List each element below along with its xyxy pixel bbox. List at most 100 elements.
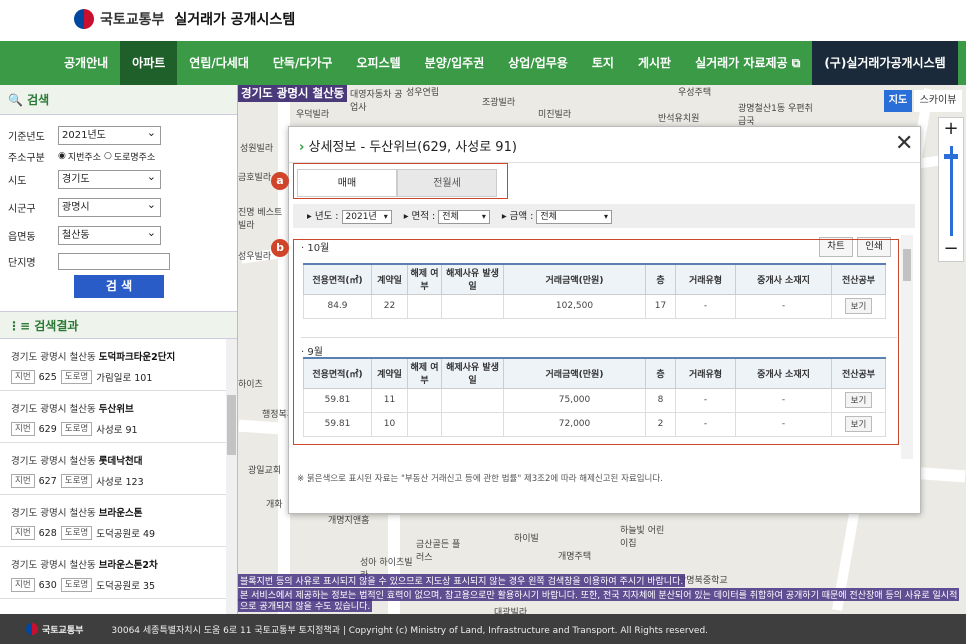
dong-label: 읍면동 (8, 231, 36, 243)
nav-apartment[interactable]: 아파트 (120, 41, 178, 85)
map-view-toggle[interactable]: 지도 (884, 90, 912, 112)
nav-commercial[interactable]: 상업/업무용 (496, 41, 580, 85)
zoom-in-icon[interactable]: + (939, 118, 963, 142)
taegeuk-logo-icon (26, 623, 38, 635)
map-label: 개화 (266, 500, 283, 510)
result-item[interactable]: 경기도 광명시 철산동 도덕파크타운2단지 지번 625 도로명 가림일로 101 (0, 339, 226, 391)
dialog-scroll-thumb[interactable] (903, 249, 911, 281)
addr-type-label: 주소구분 (8, 152, 45, 164)
area-filter-select[interactable]: 전체 (438, 210, 490, 224)
nav-row-house[interactable]: 연립/다세대 (177, 41, 261, 85)
annotation-badge-a: a (271, 172, 289, 190)
result-name: 두산위브 (98, 404, 134, 415)
map-label: 조광빌라 (482, 98, 516, 108)
map-label: 대영자동차 공업사 (350, 90, 403, 113)
sido-select[interactable]: 경기도 (58, 168, 161, 189)
map-label: 광명북중학교 (678, 576, 728, 586)
sigungu-label: 시군구 (8, 203, 36, 215)
logo-org-name: 국토교통부 (100, 12, 165, 28)
addr-type-row: 주소구분 ◉ 지번주소 ○ 도로명주소 (0, 147, 237, 165)
sido-row: 시도 경기도 (0, 167, 237, 191)
jibun-tag: 지번 (11, 422, 35, 436)
search-panel-title: 🔍 검색 (0, 85, 237, 115)
zoom-slider-track[interactable] (950, 146, 953, 236)
map-label: 하늘빛 어린이집 (620, 526, 665, 549)
cancel-note: ※ 붉은색으로 표시된 자료는 "부동산 거래신고 등에 관한 법률" 제3조2… (297, 474, 663, 484)
sigungu-select[interactable]: 광명시 (58, 196, 161, 217)
complex-row: 단지명 (0, 249, 237, 273)
price-filter-select[interactable]: 전체 (536, 210, 612, 224)
result-name: 브라운스톤2차 (98, 560, 158, 571)
filter-bar: ▸ 년도 : 2021년 ▸ 면적 : 전체 ▸ 금액 : 전체 (293, 204, 915, 228)
nav-old-system[interactable]: (구)실거래가공개시스템 (812, 41, 958, 85)
result-item[interactable]: 경기도 광명시 철산동 브라운스톤2차 지번 630 도로명 도덕공원로 35 (0, 547, 226, 599)
dong-select[interactable]: 철산동 (58, 224, 161, 245)
dialog-title: › 상세정보 - 두산위브(629, 사성로 91) (299, 140, 517, 155)
map-label: 진명 베스트빌라 (238, 208, 283, 231)
skyview-toggle[interactable]: 스카이뷰 (914, 90, 962, 112)
road-tag: 도로명 (60, 422, 93, 436)
nav-notice[interactable]: 공개안내 (52, 41, 120, 85)
jibun-tag: 지번 (11, 526, 35, 540)
result-item[interactable]: 경기도 광명시 철산동 브라운스톤 지번 628 도로명 도덕공원로 49 (0, 495, 226, 547)
map-label: 하이빌 (514, 534, 539, 544)
nav-data-provision[interactable]: 실거래가 자료제공 ⧉ (683, 41, 812, 85)
site-footer: 국토교통부 30064 세종특별자치시 도움 6로 11 국토교통부 토지정책과… (0, 614, 966, 644)
map-notice-1: 블록지번 등의 사유로 표시되지 않을 수 있으므로 지도상 표시되지 않는 경… (238, 574, 686, 587)
map-label: 개명주택 (558, 552, 592, 562)
map-region-label: 경기도 광명시 철산동 (238, 85, 348, 102)
zoom-slider-handle[interactable] (944, 154, 958, 159)
nav-board[interactable]: 게시판 (626, 41, 683, 85)
nav-officetel[interactable]: 오피스텔 (344, 41, 412, 85)
sidebar: 🔍 검색 기준년도 2021년도 주소구분 ◉지번주소 ○도로명주소 시도 경기… (0, 85, 238, 614)
road-tag: 도로명 (60, 578, 93, 592)
sido-label: 시도 (8, 175, 27, 187)
nav-detached[interactable]: 단독/다가구 (261, 41, 345, 85)
year-row: 기준년도 2021년도 (0, 123, 237, 147)
map-label: 금산골든 플러스 (416, 540, 461, 563)
complex-input[interactable] (58, 252, 170, 270)
result-name: 롯데낙천대 (98, 456, 143, 467)
chevron-right-icon: ▸ (403, 211, 409, 222)
map-label: 금호빌라 (238, 173, 272, 183)
dialog-scrollbar[interactable] (901, 235, 913, 459)
close-icon[interactable]: ✕ (895, 133, 913, 155)
map-label: 광일교회 (248, 466, 282, 476)
taegeuk-logo-icon (74, 9, 94, 29)
site-logo[interactable]: 국토교통부 실거래가 공개시스템 (74, 9, 295, 29)
results-scroll-thumb[interactable] (227, 395, 236, 455)
results-scrollbar[interactable] (226, 339, 237, 614)
chevron-right-icon: ▸ (501, 211, 507, 222)
sigungu-row: 시군구 광명시 (0, 195, 237, 219)
main-nav: 공개안내 아파트 연립/다세대 단독/다가구 오피스텔 분양/입주권 상업/업무… (0, 41, 966, 85)
map-notice-3: 으로 공개되지 않을 수도 있습니다. (238, 599, 373, 612)
result-item[interactable]: 경기도 광명시 철산동 롯데낙천대 지번 627 도로명 사성로 123 (0, 443, 226, 495)
year-filter-select[interactable]: 2021년 (341, 210, 392, 224)
annotation-badge-b: b (271, 239, 289, 257)
nav-presale[interactable]: 분양/입주권 (413, 41, 497, 85)
result-name: 브라운스톤 (98, 508, 143, 519)
footer-text: 30064 세종특별자치시 도움 6로 11 국토교통부 토지정책과 | Cop… (111, 625, 709, 636)
radio-road[interactable]: ○ 도로명주소 (104, 150, 155, 163)
footer-logo: 국토교통부 (26, 623, 83, 636)
map-label: 미진빌라 (538, 110, 572, 120)
radio-jibun[interactable]: ◉ 지번주소 (58, 150, 101, 163)
search-button[interactable]: 검 색 (74, 275, 164, 298)
map-label: 반석유치원 (658, 114, 700, 124)
year-select[interactable]: 2021년도 (58, 124, 161, 145)
jibun-tag: 지번 (11, 578, 35, 592)
result-item[interactable]: 경기도 광명시 철산동 두산위브 지번 629 도로명 사성로 91 (0, 391, 226, 443)
zoom-out-icon[interactable]: − (939, 238, 963, 262)
road-tag: 도로명 (60, 526, 93, 540)
map-label: 성원빌라 (240, 144, 274, 154)
jibun-tag: 지번 (11, 370, 35, 384)
map-label: 광명철산1동 우편취급국 (738, 104, 813, 127)
dong-row: 읍면동 철산동 (0, 223, 237, 247)
annotation-box-a (293, 163, 508, 199)
chevron-right-icon: ▸ (307, 211, 312, 222)
road-tag: 도로명 (60, 474, 93, 488)
detail-dialog: › 상세정보 - 두산위브(629, 사성로 91) ✕ 매매 전월세 a ▸ … (271, 126, 921, 514)
map-label: 성우연립 (406, 88, 440, 98)
nav-land[interactable]: 토지 (580, 41, 626, 85)
results-list: 경기도 광명시 철산동 도덕파크타운2단지 지번 625 도로명 가림일로 101 경… (0, 339, 226, 614)
